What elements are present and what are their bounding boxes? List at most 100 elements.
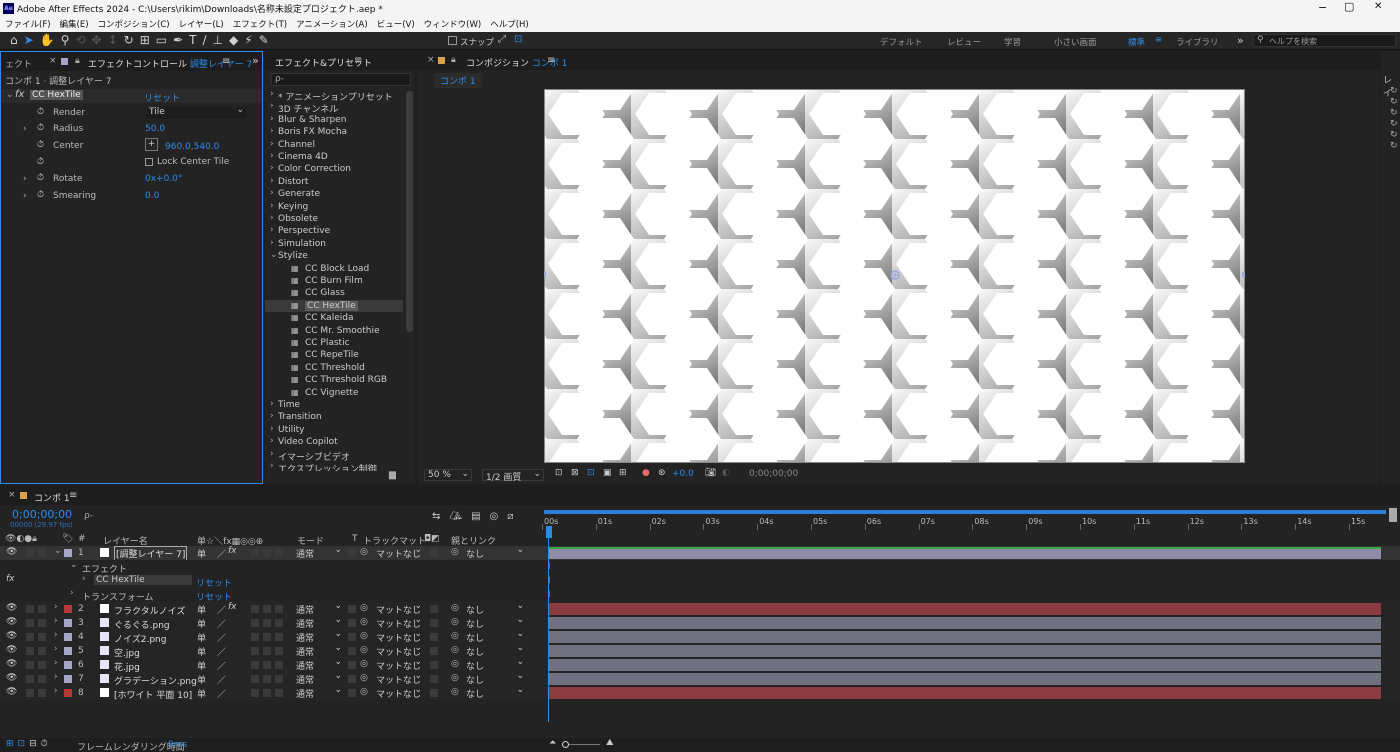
shy-switch-icon[interactable]: 单 (197, 617, 206, 630)
adjust-switch[interactable] (275, 605, 283, 613)
effect-category[interactable]: › Obsolete (265, 213, 403, 225)
quality-switch-icon[interactable]: ／ (217, 645, 226, 658)
solo-box[interactable] (26, 633, 34, 641)
lock-box[interactable] (38, 619, 46, 627)
label-color[interactable] (64, 675, 72, 683)
color-channel-icon[interactable]: ● (642, 468, 650, 478)
eye-icon[interactable]: 👁︎ (6, 659, 17, 669)
effects-scrollbar[interactable] (406, 91, 413, 332)
effect-category[interactable]: › Video Copilot (265, 436, 403, 448)
menu-item-6[interactable]: ビュー(V) (377, 18, 415, 30)
effect-name[interactable]: CC HexTile (94, 575, 192, 585)
transparency-grid-icon[interactable]: ⊠ (571, 468, 579, 478)
effect-category[interactable]: › イマーシブビデオ (265, 449, 403, 463)
tab-timeline-comp[interactable]: コンポ 1 (34, 491, 70, 504)
rectangle-tool-icon[interactable]: ▭ (156, 33, 167, 47)
shy-layers-icon[interactable]: ⛺︎ (449, 511, 462, 522)
lock-box[interactable] (38, 549, 46, 557)
parent-pickwhip-icon[interactable]: ◎ (451, 659, 459, 669)
effect-category[interactable]: › Cinema 4D (265, 151, 403, 163)
menu-item-2[interactable]: コンポジション(C) (98, 18, 170, 30)
fx-switch-icon[interactable]: fx (228, 546, 237, 556)
lock-box[interactable] (38, 675, 46, 683)
effect-category[interactable]: › Blur & Sharpen (265, 114, 403, 126)
effect-category[interactable]: › Generate (265, 188, 403, 200)
matte-switch[interactable] (430, 633, 438, 641)
effect-category[interactable]: › Transition (265, 411, 403, 423)
mask-visibility-icon[interactable]: ⊡ (587, 468, 595, 478)
chevron-right-icon[interactable]: › (54, 686, 58, 696)
mb-switch[interactable] (263, 675, 271, 683)
blend-switch[interactable] (251, 619, 259, 627)
t-switch[interactable] (348, 549, 356, 557)
menu-item-0[interactable]: ファイル(F) (5, 18, 51, 30)
zoom-out-icon[interactable]: ⏶ (549, 738, 556, 748)
exposure-reset-icon[interactable]: ⊛ (658, 468, 666, 478)
comp-flowchart-icon[interactable]: ⇆ (432, 511, 440, 522)
selection-tool-icon[interactable]: ➤ (24, 33, 34, 47)
menu-item-1[interactable]: 編集(E) (60, 18, 89, 30)
layer-duration-bar[interactable] (549, 547, 1381, 559)
workspace-4[interactable]: 標準 (1128, 36, 1145, 48)
stopwatch-icon[interactable]: ⏱ (37, 157, 44, 167)
layer-row[interactable]: 👁︎ › 6 花.jpg 单／通常 ⌄ ◎ マットなし ⌄ ◎ なし ⌄ (0, 657, 1400, 673)
adjust-switch[interactable] (275, 675, 283, 683)
comp-lock-icon[interactable]: 🔒︎ (451, 55, 456, 65)
home-icon[interactable]: ⌂ (10, 33, 18, 47)
panel-overflow-icon[interactable]: » (252, 54, 259, 67)
region-of-interest-icon[interactable]: ⊡ (555, 468, 563, 478)
matte-switch[interactable] (430, 549, 438, 557)
chevron-right-icon[interactable]: › (70, 588, 74, 598)
pickwhip-icon[interactable]: ◎ (360, 603, 368, 613)
parent-select[interactable]: なし ⌄ (466, 629, 526, 644)
time-ruler[interactable]: 00s 01s 02s 03s 04s 05s 06s 07s 08s 09s 10s 11s 12s 1… (542, 508, 1386, 538)
effects-presets-menu-icon[interactable]: ≡ (354, 55, 362, 66)
solo-box[interactable] (26, 549, 34, 557)
parent-pickwhip-icon[interactable]: ◎ (451, 687, 459, 697)
quality-switch-icon[interactable]: ／ (217, 631, 226, 644)
quality-switch-icon[interactable]: ／ (217, 687, 226, 700)
mode-select[interactable]: 通常 ⌄ (296, 629, 344, 644)
track-matte-select[interactable]: マットなし ⌄ (376, 671, 422, 686)
quality-switch-icon[interactable]: ／ (217, 659, 226, 672)
parent-pickwhip-icon[interactable]: ◎ (451, 603, 459, 613)
mb-switch[interactable] (263, 605, 271, 613)
layer-duration-bar[interactable] (549, 631, 1381, 643)
workspace-1[interactable]: レビュー (947, 36, 981, 48)
blend-switch[interactable] (251, 605, 259, 613)
chevron-down-icon[interactable]: ⌄ (70, 560, 78, 570)
resolution-select[interactable]: 1/2 画質 ⌄ (482, 469, 544, 483)
solo-box[interactable] (26, 675, 34, 683)
effect-category[interactable]: ⌄ Stylize (265, 250, 403, 262)
layer-duration-bar[interactable] (549, 603, 1381, 615)
pickwhip-icon[interactable]: ◎ (360, 673, 368, 683)
tl-timecode[interactable]: 0;00;00;00 (12, 508, 72, 521)
matte-switch[interactable] (430, 689, 438, 697)
panel-menu-icon[interactable]: ≡ (222, 56, 230, 67)
new-folder-icon[interactable]: ▆ (389, 470, 396, 480)
layer-duration-bar[interactable] (549, 659, 1381, 671)
solo-box[interactable] (26, 647, 34, 655)
show-snapshot-icon[interactable]: ◐ (722, 468, 730, 478)
workspace-menu-icon[interactable]: ≡ (1155, 35, 1162, 45)
prop-expand-arrow-icon[interactable]: › (23, 124, 27, 134)
comp-tab-close-icon[interactable]: × (427, 55, 435, 65)
lock-icon[interactable]: 🔒︎ (75, 56, 80, 66)
layer-row[interactable]: 👁︎ › 5 空.jpg 单／通常 ⌄ ◎ マットなし ⌄ ◎ なし ⌄ (0, 643, 1400, 659)
effect-item[interactable]: ▦ CC Mr. Smoothie (265, 325, 403, 337)
effect-item[interactable]: ▦ CC Threshold RGB (265, 374, 403, 386)
effect-category[interactable]: › Keying (265, 201, 403, 213)
workspace-5[interactable]: ライブラリ (1176, 36, 1219, 48)
brush-tool-icon[interactable]: ∕ (203, 33, 207, 47)
effect-category[interactable]: › Distort (265, 176, 403, 188)
eye-icon[interactable]: 👁︎ (6, 547, 17, 557)
solo-box[interactable] (26, 661, 34, 669)
work-area-end[interactable] (1389, 508, 1397, 522)
tab-close-icon[interactable]: × (49, 56, 57, 66)
zoom-select[interactable]: 50 % ⌄ (424, 469, 472, 481)
snap-option-icon[interactable]: ⤢ (498, 34, 506, 45)
adjust-switch[interactable] (275, 549, 283, 557)
zoom-in-icon[interactable]: ⛰︎ (606, 738, 614, 748)
lock-box[interactable] (38, 605, 46, 613)
layer-duration-bar[interactable] (549, 687, 1381, 699)
